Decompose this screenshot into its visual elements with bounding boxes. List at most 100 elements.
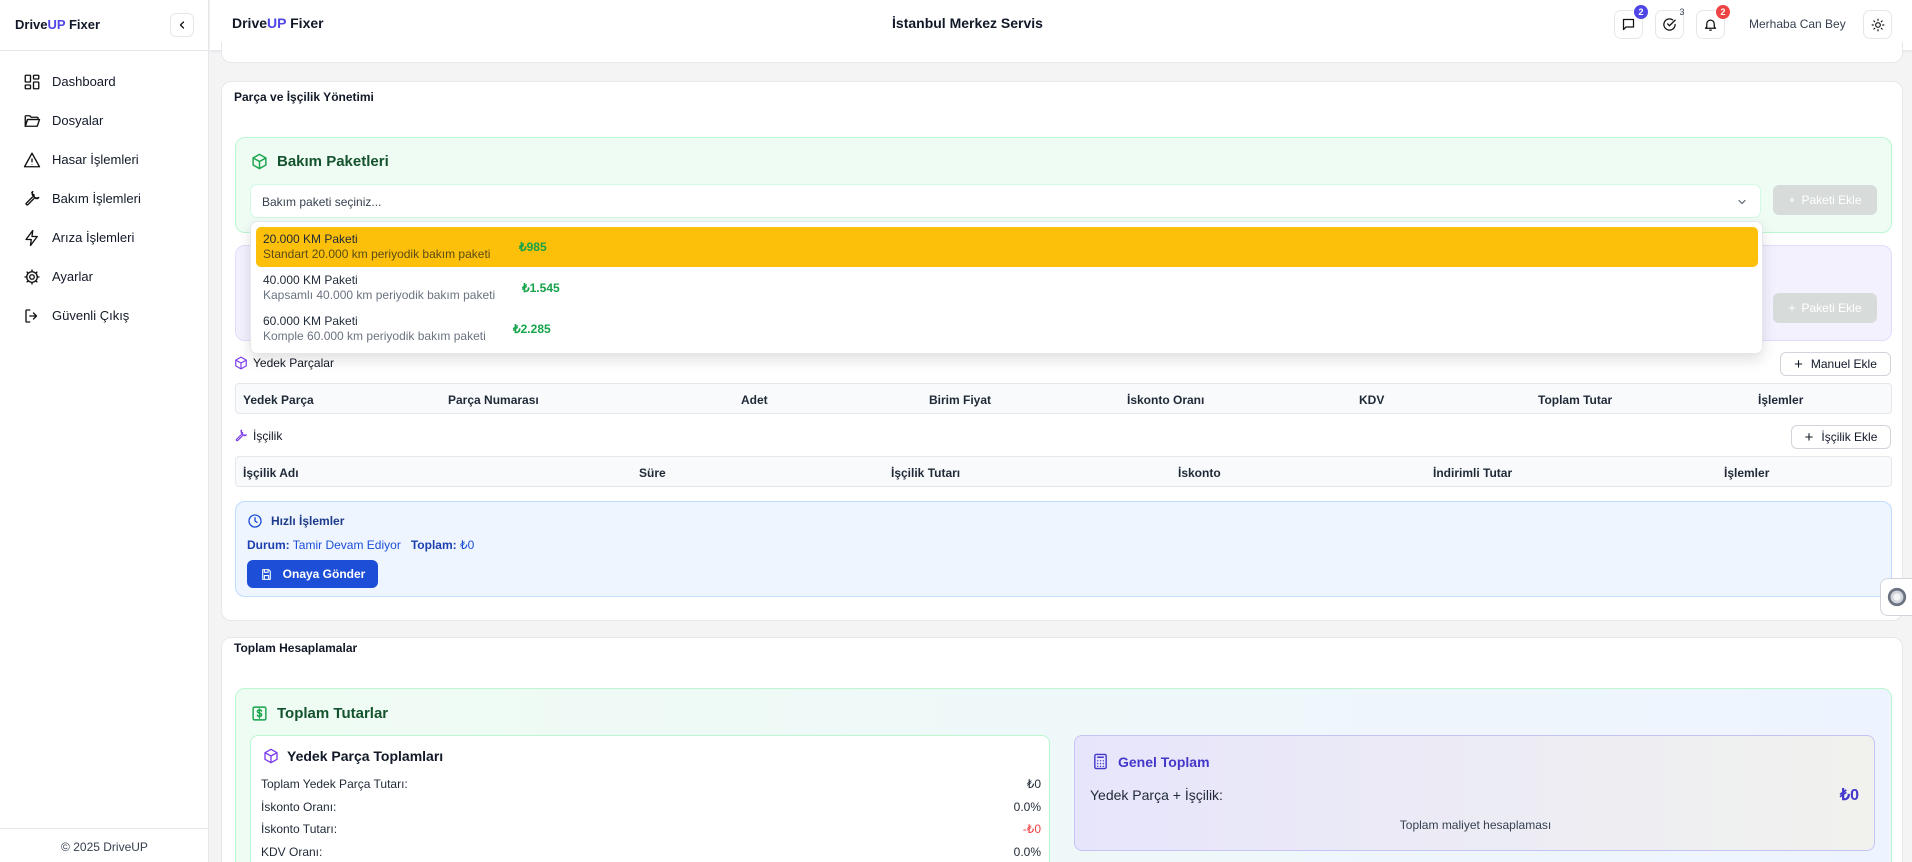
spare-parts-table-header: Yedek Parça Parça Numarası Adet Birim Fi… <box>235 383 1892 414</box>
option-price: ₺2.285 <box>513 322 551 336</box>
sidebar-item-label: Dosyalar <box>52 113 104 128</box>
package-icon <box>235 356 247 370</box>
spare-parts-label: Yedek Parçalar <box>234 356 334 370</box>
save-icon <box>261 568 271 580</box>
quick-status-line: Durum: Tamir Devam Ediyor Toplam: ₺0 <box>247 538 474 552</box>
option-name: 20.000 KM Paketi <box>263 232 358 246</box>
brand-suffix: Fixer <box>65 17 101 32</box>
packages-title: Bakım Paketleri <box>277 153 389 170</box>
sidebar-item-files[interactable]: Dosyalar <box>0 101 209 140</box>
package-option[interactable]: 20.000 KM Paketi Standart 20.000 km peri… <box>256 227 1758 267</box>
wrench-icon <box>235 429 247 442</box>
totals-row: Toplam Yedek Parça Tutarı: ₺0 <box>261 777 1041 791</box>
package-option[interactable]: 60.000 KM Paketi Komple 60.000 km periyo… <box>256 309 1758 349</box>
sidebar-footer-divider <box>0 828 209 829</box>
grand-total-title: Genel Toplam <box>1118 754 1210 770</box>
plus-icon: + <box>1794 355 1803 373</box>
sidebar-brand[interactable]: DriveUP Fixer <box>15 17 100 32</box>
plus-icon: + <box>1788 301 1796 315</box>
wrench-icon <box>22 189 42 209</box>
lightning-icon <box>22 228 42 248</box>
labor-label: İşçilik <box>234 429 282 443</box>
totals-row: İskonto Oranı: 0.0% <box>261 800 1041 814</box>
totals-section-title: Toplam Hesaplamalar <box>234 641 358 655</box>
col-labor-amount: İşçilik Tutarı <box>891 466 961 480</box>
status-label: Durum: <box>247 538 290 552</box>
option-name: 60.000 KM Paketi <box>263 314 358 328</box>
sidebar-item-dashboard[interactable]: Dashboard <box>0 62 209 101</box>
col-vat: KDV <box>1359 393 1385 407</box>
tasks-button[interactable]: 3 <box>1655 7 1685 39</box>
plus-icon: + <box>1804 428 1814 446</box>
bell-icon <box>1704 19 1717 31</box>
sidebar-item-logout[interactable]: Güvenli Çıkış <box>0 296 209 335</box>
sidebar-item-faults[interactable]: Arıza İşlemleri <box>0 218 209 257</box>
add-package-button-secondary[interactable]: + Paketi Ekle <box>1773 293 1877 323</box>
col-discount-rate: İskonto Oranı <box>1127 393 1205 407</box>
col-labor-name: İşçilik Adı <box>243 466 299 480</box>
grand-total-label: Yedek Parça + İşçilik: <box>1090 787 1223 803</box>
sidebar-divider <box>0 50 209 51</box>
messages-badge: 2 <box>1634 5 1648 19</box>
quick-actions-panel: Hızlı İşlemler Durum: Tamir Devam Ediyor… <box>235 501 1892 597</box>
totals-panel-title: Toplam Tutarlar <box>277 705 389 722</box>
sidebar-item-maintenance[interactable]: Bakım İşlemleri <box>0 179 209 218</box>
sidebar: DriveUP Fixer Dashboard Dosyalar Hasar İ… <box>0 0 209 862</box>
messages-button[interactable]: 2 <box>1614 5 1648 39</box>
grand-total-subtitle: Toplam maliyet hesaplaması <box>1399 818 1552 832</box>
package-select[interactable]: Bakım paketi seçiniz... <box>250 184 1761 218</box>
total-label: Toplam: <box>410 538 457 552</box>
option-description: Standart 20.000 km periyodik bakım paket… <box>263 247 491 261</box>
row-value: -₺0 <box>1022 822 1041 836</box>
chevron-left-icon <box>179 21 185 29</box>
quick-actions-title: Hızlı İşlemler <box>271 514 345 528</box>
manual-add-label: Manuel Ekle <box>1810 357 1877 371</box>
sidebar-item-label: Ayarlar <box>52 269 93 284</box>
sidebar-item-label: Güvenli Çıkış <box>52 308 130 323</box>
col-spare-part: Yedek Parça <box>243 393 314 407</box>
parts-totals-title: Yedek Parça Toplamları <box>287 748 444 764</box>
collapse-sidebar-button[interactable] <box>170 13 194 37</box>
col-part-number: Parça Numarası <box>448 393 539 407</box>
add-labor-button[interactable]: + İşçilik Ekle <box>1791 425 1891 449</box>
notifications-button[interactable]: 2 <box>1696 5 1730 39</box>
theme-toggle-button[interactable] <box>1863 10 1892 39</box>
add-package-button[interactable]: + Paketi Ekle <box>1773 185 1877 215</box>
dollar-icon <box>252 706 267 721</box>
col-duration: Süre <box>639 466 666 480</box>
add-package-label: Paketi Ekle <box>1801 193 1862 207</box>
service-center-title: İstanbul Merkez Servis <box>892 15 1043 31</box>
sidebar-item-label: Bakım İşlemleri <box>52 191 141 206</box>
grand-total-value: ₺0 <box>1839 787 1859 804</box>
sidebar-item-damage[interactable]: Hasar İşlemleri <box>0 140 209 179</box>
package-dropdown: 20.000 KM Paketi Standart 20.000 km peri… <box>250 221 1763 354</box>
user-greeting[interactable]: Merhaba Can Bey <box>1749 17 1846 31</box>
labor-label-text: İşçilik <box>253 429 283 443</box>
submit-label: Onaya Gönder <box>282 567 366 581</box>
package-option[interactable]: 40.000 KM Paketi Kapsamlı 40.000 km peri… <box>256 268 1758 308</box>
submit-for-approval-button[interactable]: Onaya Gönder <box>247 560 378 588</box>
sidebar-item-label: Dashboard <box>52 74 116 89</box>
previous-card <box>221 42 1903 63</box>
option-name: 40.000 KM Paketi <box>263 273 358 287</box>
row-label: İskonto Tutarı: <box>261 822 338 836</box>
col-actions: İşlemler <box>1724 466 1770 480</box>
col-discount: İskonto <box>1178 466 1221 480</box>
labor-table-header: İşçilik Adı Süre İşçilik Tutarı İskonto … <box>235 456 1892 487</box>
sidebar-item-label: Hasar İşlemleri <box>52 152 139 167</box>
col-unit-price: Birim Fiyat <box>929 393 992 407</box>
copyright: © 2025 DriveUP <box>61 840 148 854</box>
spare-parts-label-text: Yedek Parçalar <box>253 356 334 370</box>
sidebar-item-settings[interactable]: Ayarlar <box>0 257 209 296</box>
floating-assistant-button[interactable] <box>1880 578 1912 616</box>
manual-add-button[interactable]: + Manuel Ekle <box>1780 352 1891 376</box>
gear-icon <box>22 267 42 287</box>
option-description: Komple 60.000 km periyodik bakım paketi <box>263 329 486 343</box>
option-price: ₺985 <box>519 240 547 254</box>
sun-icon <box>1871 18 1884 31</box>
col-total-amount: Toplam Tutar <box>1538 393 1613 407</box>
tasks-badge: 3 <box>1679 7 1685 17</box>
col-quantity: Adet <box>741 393 768 407</box>
clock-icon <box>248 514 262 528</box>
notifications-badge: 2 <box>1716 5 1730 19</box>
